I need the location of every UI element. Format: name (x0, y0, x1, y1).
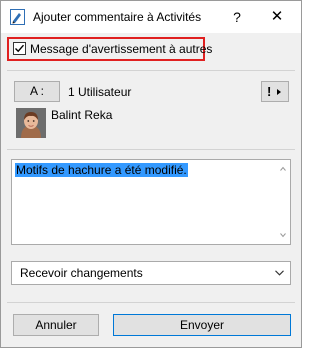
notification-selected-value: Recevoir changements (20, 266, 143, 280)
send-button[interactable]: Envoyer (113, 314, 291, 336)
separator-middle (7, 149, 295, 150)
window-title: Ajouter commentaire à Activités (33, 10, 202, 24)
recipients-count: 1 Utilisateur (68, 85, 132, 99)
scroll-down-icon[interactable] (280, 232, 286, 238)
avatar (16, 108, 46, 138)
title-bar: Ajouter commentaire à Activités ? ✕ (1, 1, 301, 33)
chevron-down-icon (275, 270, 284, 276)
close-button[interactable]: ✕ (265, 7, 289, 27)
recipients-button[interactable]: A : (14, 81, 60, 102)
priority-dropdown-button[interactable]: ! (261, 81, 289, 102)
comment-textarea[interactable]: Motifs de hachure a été modifié. (11, 159, 291, 245)
scroll-up-icon[interactable] (280, 166, 286, 172)
warning-checkbox[interactable] (13, 42, 26, 55)
recipient-user-name: Balint Reka (51, 108, 113, 122)
add-comment-dialog: Ajouter commentaire à Activités ? ✕ Mess… (0, 0, 302, 348)
app-icon (10, 9, 25, 25)
separator-bottom (7, 302, 295, 303)
arrow-right-icon (277, 89, 281, 95)
comment-text: Motifs de hachure a été modifié. (15, 163, 188, 177)
notification-select[interactable]: Recevoir changements (11, 261, 291, 285)
checkmark-icon (15, 44, 25, 53)
separator-top (7, 70, 295, 71)
cancel-button[interactable]: Annuler (13, 314, 99, 336)
warning-checkbox-label[interactable]: Message d'avertissement à autres (30, 42, 212, 56)
warning-option-highlight: Message d'avertissement à autres (7, 37, 212, 61)
help-button[interactable]: ? (225, 7, 249, 27)
exclamation-icon: ! (267, 84, 272, 99)
